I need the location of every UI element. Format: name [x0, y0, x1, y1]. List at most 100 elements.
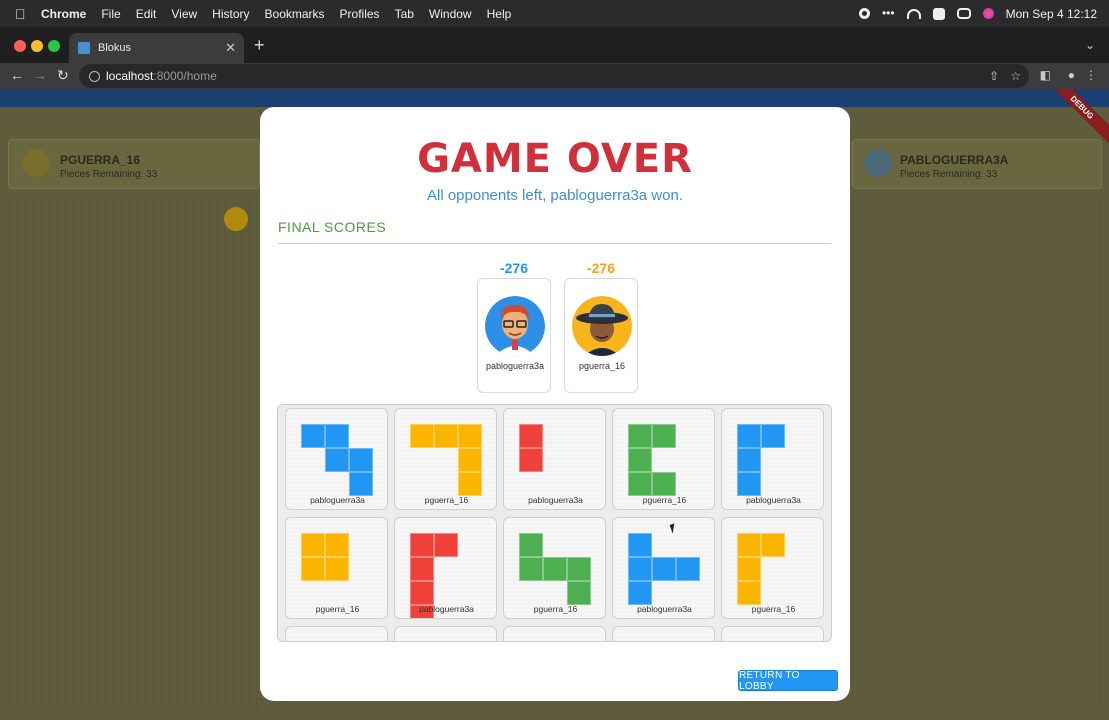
left-player-avatar: [22, 149, 50, 177]
piece-cell: [567, 557, 591, 581]
new-tab-button[interactable]: +: [254, 36, 265, 54]
return-to-lobby-button[interactable]: RETURN TO LOBBY: [738, 670, 838, 692]
player-1-name: pabloguerra3a: [485, 361, 545, 371]
right-player-avatar: [864, 149, 892, 177]
piece-card: pabloguerra3a: [721, 408, 824, 510]
piece-card: pabloguerra3a: [503, 408, 606, 510]
piece-cell: [761, 533, 785, 557]
more-icon[interactable]: •••: [882, 7, 895, 21]
piece-cell: [410, 533, 434, 557]
piece-cell: [676, 557, 700, 581]
piece-cell: [628, 448, 652, 472]
menu-file[interactable]: File: [101, 7, 120, 21]
url-host: localhost: [106, 69, 154, 83]
app-bar: [0, 89, 1109, 107]
flutter-favicon-icon: [78, 42, 90, 54]
piece-card: pabloguerra3a: [612, 517, 715, 619]
piece-cell: [325, 557, 349, 581]
piece-cell: [652, 557, 676, 581]
notification-icon[interactable]: [932, 7, 945, 20]
player-1-card: pabloguerra3a: [477, 278, 551, 393]
right-player-name: PABLOGUERRA3A: [900, 153, 1009, 167]
siri-icon[interactable]: [982, 8, 994, 19]
piece-owner-label: pguerra_16: [533, 604, 578, 614]
tab-search-chevron-icon[interactable]: ⌄: [1085, 38, 1095, 52]
browser-tab-blokus[interactable]: Blokus ✕: [69, 33, 244, 63]
piece-cell: [458, 472, 482, 496]
address-bar[interactable]: localhost:8000/home ⇧ ☆: [79, 64, 1029, 88]
bookmark-star-icon[interactable]: ☆: [1010, 69, 1021, 83]
back-arrow-icon[interactable]: ←: [10, 67, 24, 83]
piece-cell: [325, 533, 349, 557]
left-piece-tray: [8, 195, 260, 710]
final-scores-heading: FINAL SCORES: [278, 219, 387, 235]
player-1-avatar: [485, 296, 545, 356]
piece-cell: [458, 424, 482, 448]
piece-cell: [301, 533, 325, 557]
kebab-menu-icon[interactable]: ⋮: [1085, 68, 1097, 82]
piece-cell: [410, 581, 434, 605]
piece-card: pguerra_16: [503, 517, 606, 619]
piece-owner-label: pguerra_16: [751, 604, 796, 614]
close-window-button[interactable]: [14, 40, 26, 52]
menubar-clock[interactable]: Mon Sep 4 12:12: [1006, 7, 1097, 21]
control-center-icon[interactable]: [956, 8, 971, 19]
apple-icon[interactable]: : [15, 7, 27, 21]
piece-cell: [761, 424, 785, 448]
menu-view[interactable]: View: [171, 7, 197, 21]
sidepanel-icon[interactable]: ◧: [1040, 68, 1051, 82]
forward-arrow-icon[interactable]: →: [33, 67, 47, 83]
profile-icon[interactable]: ●: [1068, 68, 1075, 82]
menu-chrome[interactable]: Chrome: [41, 7, 86, 21]
piece-card: pguerra_16: [285, 517, 388, 619]
piece-cell: [325, 424, 349, 448]
share-icon[interactable]: ⇧: [989, 69, 999, 83]
player-1-score: -276: [499, 260, 529, 276]
piece-owner-label: pabloguerra3a: [310, 495, 365, 505]
left-player-name: PGUERRA_16: [60, 153, 141, 167]
right-player-pieces: Pieces Remaining: 33: [900, 169, 998, 180]
piece-cell: [434, 424, 458, 448]
browser-toolbar: ← → ↻ localhost:8000/home ⇧ ☆ ◧ ● ⋮: [0, 63, 1109, 89]
menu-history[interactable]: History: [212, 7, 249, 21]
piece-card: [394, 626, 497, 641]
piece-cell: [628, 581, 652, 605]
menu-edit[interactable]: Edit: [136, 7, 157, 21]
piece-cell: [325, 448, 349, 472]
piece-card: pabloguerra3a: [394, 517, 497, 619]
piece-cell: [519, 424, 543, 448]
piece-cell: [410, 424, 434, 448]
menu-window[interactable]: Window: [429, 7, 472, 21]
piece-card: pguerra_16: [721, 517, 824, 619]
game-over-dialog: GAME OVER All opponents left, pabloguerr…: [260, 107, 850, 701]
minimize-window-button[interactable]: [31, 40, 43, 52]
piece-cell: [737, 557, 761, 581]
menu-bookmarks[interactable]: Bookmarks: [265, 7, 325, 21]
piece-card: [612, 626, 715, 641]
close-tab-icon[interactable]: ✕: [225, 40, 236, 56]
piece-cell: [737, 581, 761, 605]
piece-cell: [410, 557, 434, 581]
piece-owner-label: pguerra_16: [642, 495, 687, 505]
tab-title: Blokus: [98, 42, 132, 54]
player-2-name: pguerra_16: [578, 361, 626, 371]
piece-cell: [349, 472, 373, 496]
site-info-icon[interactable]: [89, 70, 100, 82]
record-icon[interactable]: [858, 8, 870, 19]
piece-cell: [519, 533, 543, 557]
menu-profiles[interactable]: Profiles: [340, 7, 380, 21]
piece-owner-label: pguerra_16: [424, 495, 469, 505]
piece-cell: [434, 533, 458, 557]
piece-cell: [519, 557, 543, 581]
headphones-icon[interactable]: [906, 8, 921, 19]
turn-indicator-icon: [224, 207, 248, 231]
piece-cell: [628, 424, 652, 448]
piece-card: [721, 626, 824, 641]
reload-icon[interactable]: ↻: [57, 67, 69, 83]
played-pieces-grid[interactable]: pabloguerra3a pguerra_16 pabloguerra3a pgue…: [277, 404, 832, 642]
menu-tab[interactable]: Tab: [395, 7, 414, 21]
menu-help[interactable]: Help: [487, 7, 512, 21]
zoom-window-button[interactable]: [48, 40, 60, 52]
piece-cell: [628, 472, 652, 496]
dialog-title: GAME OVER: [417, 136, 693, 182]
